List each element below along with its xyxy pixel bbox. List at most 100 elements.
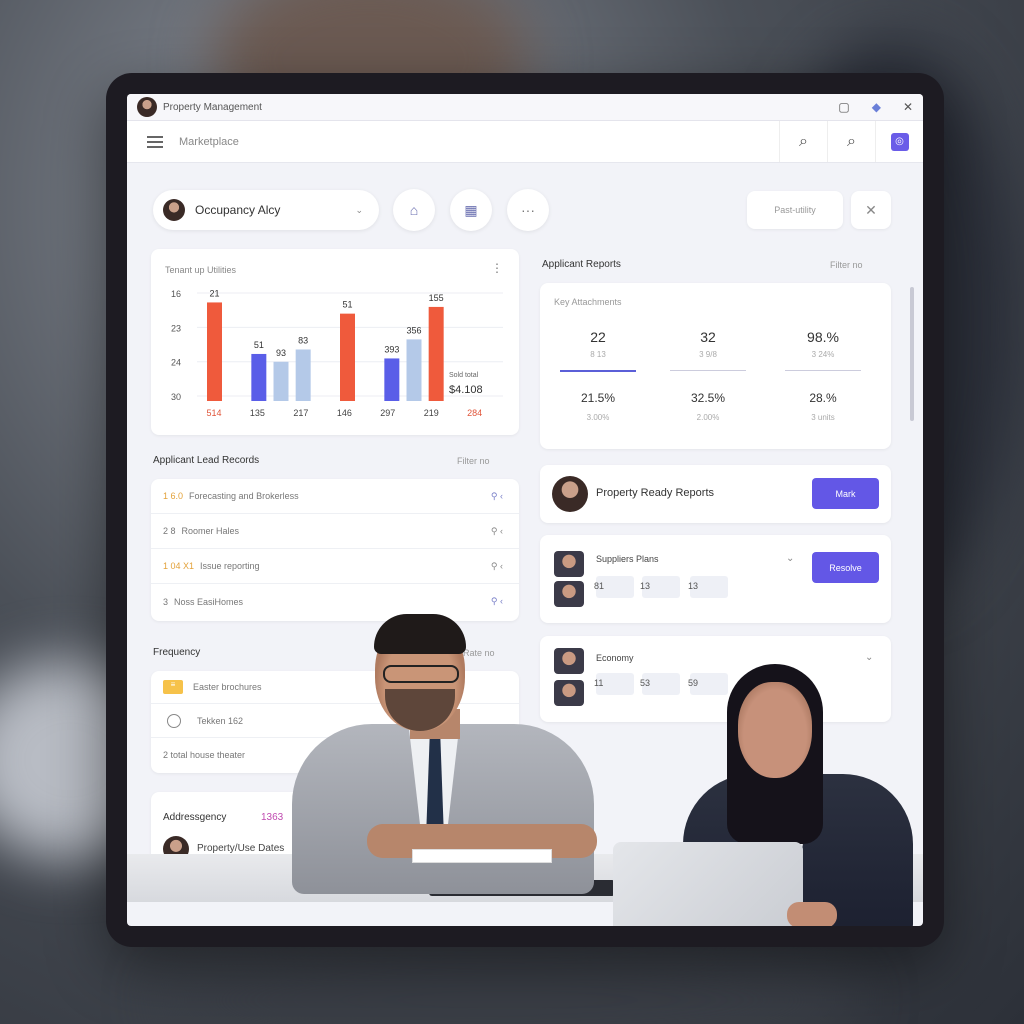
list-item[interactable]: 1 6.0 Forecasting and Brokerless ⚲ ‹ [151,479,519,514]
app-screen: Property Management ▢ ◆ ✕ Marketplace ⌕ … [127,94,923,926]
menu-icon[interactable] [147,135,163,148]
chart-bar [384,358,400,401]
y-tick-label: 16 [171,289,181,299]
chart-bar [251,353,267,401]
stat-top-2-bar [670,370,746,371]
property-report-avatar [552,476,588,512]
lead-records-filter[interactable]: Filter no [457,456,490,466]
woman-hand [787,902,837,926]
window-titlebar: Property Management ▢ ◆ ✕ [127,94,923,121]
stat-bottom-1-sub: 3.00% [586,413,610,422]
y-tick-label: 24 [171,358,181,368]
chart-bar [273,361,289,401]
x-tick-label: 514 [206,408,221,418]
chart-bar [428,306,444,401]
filter-label: Past-utility [774,205,816,215]
x-tick-label: 297 [380,408,395,418]
x-tick-label: 217 [293,408,308,418]
stat-top-3: 98.% [807,329,839,345]
more-button[interactable]: ··· [507,189,549,231]
data-label: 393 [384,344,399,354]
data-label: 83 [298,335,308,345]
chart-bar [295,349,311,401]
data-label: 155 [429,293,444,303]
stat-bottom-1: 21.5% [580,391,616,405]
close-icon[interactable]: ✕ [903,100,913,114]
filter-button[interactable]: Past-utility [747,191,843,229]
stat-top-3-sub: 3 24% [811,350,835,359]
profile-selector[interactable]: Occupancy Alcy ⌄ [153,190,379,230]
glasses-icon [383,665,459,683]
building-button[interactable]: ▦ [450,189,492,231]
property-report-title: Property Ready Reports [596,487,714,499]
list-item-actions-icon[interactable]: ⚲ ‹ [491,491,503,502]
list-item-text: Forecasting and Brokerless [189,491,299,501]
applicant-reports-title: Applicant Reports [542,259,621,270]
mark-button[interactable]: Mark [812,478,879,509]
stat-top-1-bar [560,370,636,372]
data-label: 93 [276,348,286,358]
stat-bottom-2: 32.5% [690,391,726,405]
stat-top-1-sub: 8 13 [590,350,606,359]
applicant-reports-card: Key Attachments 22 8 13 32 3 9/8 98.% 3 … [540,283,891,449]
x-tick-label: 219 [424,408,439,418]
x-tick-label: 146 [337,408,352,418]
user-avatar[interactable] [137,97,157,117]
applicant-reports-filter[interactable]: Filter no [830,260,863,270]
minimize-icon[interactable]: ▢ [838,100,849,114]
stat-top-2: 32 [700,329,716,345]
more-icon: ··· [521,202,535,218]
data-label: 21 [209,288,219,298]
lead-records-title: Applicant Lead Records [153,455,260,466]
chart-title: Tenant up Utilities [165,265,237,275]
stat-top-3-bar [785,370,861,371]
chart-options-icon[interactable]: ⋮ [491,261,503,275]
share-icon[interactable]: ◆ [872,100,881,114]
stat-bottom-3: 28.% [809,391,837,405]
y-tick-label: 23 [171,323,181,333]
laptop [613,842,803,926]
stat-bottom-3-sub: 3 units [811,413,835,422]
background-desk [160,940,860,1024]
close-icon: ✕ [865,201,877,218]
stat-bottom-2-sub: 2.00% [696,413,720,422]
search-icon[interactable]: ⌕ [779,121,827,162]
list-item-number: 1 6.0 [163,491,184,501]
x-tick-label: 284 [467,408,482,418]
chart-bar [340,313,355,401]
profile-avatar [163,199,185,221]
bar-chart: 16 23 24 30 21 51 93 83 51 393 356 155 514 135 217 146 2… [171,288,503,418]
woman-head [738,682,812,778]
applicant-reports-subtitle: Key Attachments [554,297,622,307]
man-hair [374,614,466,654]
stat-top-1: 22 [590,329,606,345]
stat-top-2-sub: 3 9/8 [699,350,717,359]
chart-bar [406,339,422,401]
property-report-card: Property Ready Reports Mark [540,465,891,523]
data-label: 51 [342,300,352,310]
chart-annotation-value: $4.108 [449,384,483,396]
tablet-frame: Property Management ▢ ◆ ✕ Marketplace ⌕ … [106,73,944,947]
profile-name: Occupancy Alcy [195,203,281,217]
data-label: 356 [406,325,421,335]
paper [412,849,552,863]
window-title: Property Management [163,101,262,113]
notification-icon: ◎ [890,132,909,151]
scrollbar[interactable] [910,287,914,421]
chart-card: Tenant up Utilities ⋮ 16 23 24 30 21 51 93 83 51… [151,249,519,435]
home-icon: ⌂ [409,202,419,218]
y-tick-label: 30 [171,392,181,402]
dismiss-button[interactable]: ✕ [851,191,891,229]
chevron-down-icon: ⌄ [355,204,363,215]
team-photo [127,524,923,926]
home-button[interactable]: ⌂ [393,189,435,231]
x-tick-label: 135 [250,408,265,418]
building-icon: ▦ [464,201,478,218]
app-label: Marketplace [179,135,239,148]
notification-button[interactable]: ◎ [875,121,923,162]
data-label: 51 [254,340,264,350]
app-topbar: Marketplace ⌕ ⌕ ◎ [127,121,923,163]
chart-bar [207,302,222,401]
search-alt-icon[interactable]: ⌕ [827,121,875,162]
chart-annotation: Sold total [449,372,479,379]
